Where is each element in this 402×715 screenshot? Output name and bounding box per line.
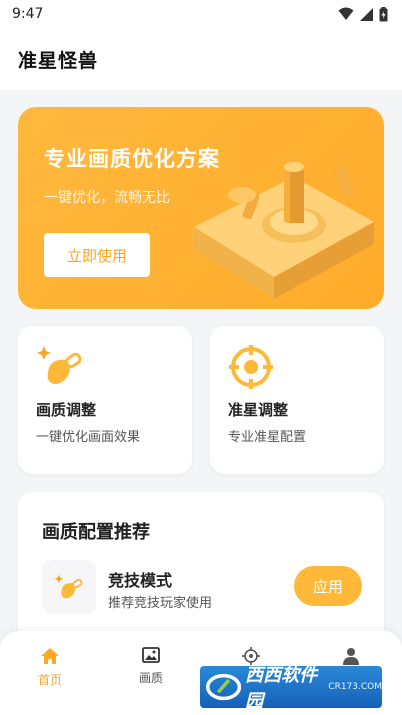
status-time: 9:47 [12, 6, 44, 22]
nav-home[interactable]: 首页 [15, 647, 85, 688]
status-bar: 9:47 [0, 0, 402, 28]
magic-bag-icon [54, 574, 83, 599]
joystick-illustration [194, 162, 374, 299]
site-watermark: 西西软件园 CR173.COM [200, 665, 382, 712]
card-title: 准星调整 [228, 401, 289, 419]
card-desc: 一键优化画面效果 [36, 430, 141, 445]
section-title: 画质配置推荐 [42, 522, 150, 543]
app-header: 准星怪兽 [0, 28, 402, 90]
apply-button[interactable]: 应用 [294, 566, 362, 606]
promo-banner[interactable]: 专业画质优化方案 一键优化，流畅无比 立即使用 [18, 107, 384, 309]
nav-quality[interactable]: 画质 [116, 647, 186, 686]
nav-label: 首页 [37, 673, 62, 687]
image-icon [142, 647, 160, 663]
status-icons [338, 6, 388, 22]
quality-recommend-card: 画质配置推荐 竞技模式 推荐竞技玩家使用 应用 [18, 492, 384, 652]
app-title: 准星怪兽 [18, 49, 99, 72]
preset-name: 竞技模式 [108, 571, 173, 590]
nav-label: 画质 [138, 671, 163, 685]
user-icon [343, 648, 359, 665]
wifi-icon [338, 7, 354, 20]
crosshair-adjust-card[interactable]: 准星调整 专业准星配置 [210, 326, 384, 474]
banner-title: 专业画质优化方案 [44, 147, 220, 171]
card-title: 画质调整 [36, 401, 97, 419]
preset-desc: 推荐竞技玩家使用 [108, 596, 213, 611]
watermark-text: 西西软件园 [245, 665, 318, 712]
watermark-sub: CR173.COM [328, 682, 382, 692]
signal-icon [360, 7, 373, 21]
crosshair-icon [229, 345, 273, 389]
preset-icon-box [42, 560, 96, 614]
home-icon [41, 648, 59, 664]
banner-subtitle: 一键优化，流畅无比 [44, 190, 170, 206]
card-desc: 专业准星配置 [228, 430, 307, 445]
use-now-button[interactable]: 立即使用 [44, 233, 150, 277]
watermark-logo-icon [206, 673, 242, 701]
magic-bag-icon [37, 346, 82, 384]
battery-icon [379, 6, 388, 21]
quality-adjust-card[interactable]: 画质调整 一键优化画面效果 [18, 326, 192, 474]
